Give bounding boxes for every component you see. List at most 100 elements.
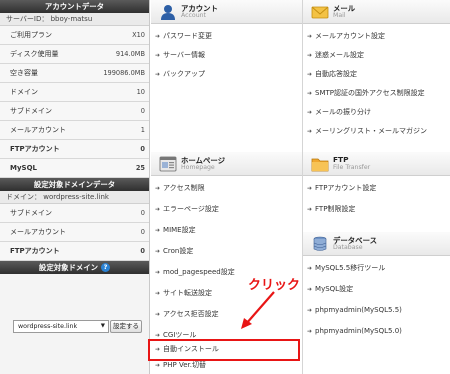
domain-stat-ftp: FTPアカウント 0 <box>0 242 149 261</box>
link-autoreply[interactable]: ➜ 自動応答設定 <box>307 65 357 84</box>
domain-stat-subdomain: サブドメイン 0 <box>0 204 149 223</box>
stat-row-free: 空き容量 199086.0MB <box>0 64 149 83</box>
stat-value: 0 <box>140 247 145 255</box>
link-phpmyadmin-50[interactable]: ➜ phpmyadmin(MySQL5.0) <box>307 322 402 341</box>
link-password[interactable]: ➜ パスワード変更 <box>155 27 212 46</box>
stat-label: FTPアカウント <box>10 247 60 255</box>
ftp-title: FTP <box>333 155 349 164</box>
link-label: メールアカウント設定 <box>315 32 386 40</box>
link-ftp-account[interactable]: ➜ FTPアカウント設定 <box>307 179 376 198</box>
stat-row-mail: メールアカウント 1 <box>0 121 149 140</box>
link-mail-filter[interactable]: ➜ メールの振り分け <box>307 103 371 122</box>
arrow-icon: ➜ <box>155 185 161 192</box>
stat-value: X10 <box>132 31 145 39</box>
mail-header: メール Mail <box>303 0 450 24</box>
link-label: エラーページ設定 <box>163 205 219 213</box>
database-header: データベース Database <box>303 232 450 256</box>
arrow-icon: ➜ <box>155 52 161 59</box>
sidebar: アカウントデータ サーバーID： bboy-matsu ご利用プラン X10 ディ… <box>0 0 150 374</box>
auto-install-highlight <box>148 339 300 361</box>
stat-value: 0 <box>140 209 145 217</box>
stat-value: 0 <box>140 228 145 236</box>
arrow-icon: ➜ <box>307 328 313 335</box>
arrow-icon: ➜ <box>307 33 313 40</box>
link-error-page[interactable]: ➜ エラーページ設定 <box>155 200 219 219</box>
stat-value: 10 <box>136 88 145 96</box>
stat-label: 空き容量 <box>10 69 38 77</box>
stat-row-mysql: MySQL 25 <box>0 159 149 178</box>
link-ftp-limit[interactable]: ➜ FTP制限設定 <box>307 200 355 219</box>
domain-stat-mail: メールアカウント 0 <box>0 223 149 242</box>
stat-label: メールアカウント <box>10 228 66 236</box>
stat-label: ご利用プラン <box>10 31 52 39</box>
link-phpmyadmin-55[interactable]: ➜ phpmyadmin(MySQL5.5) <box>307 301 402 320</box>
set-domain-button[interactable]: 設定する <box>110 320 142 333</box>
mail-section: メール Mail ➜ メールアカウント設定 ➜ 迷惑メール設定 ➜ 自動応答設定 ➜ S… <box>303 0 450 150</box>
link-mail-account[interactable]: ➜ メールアカウント設定 <box>307 27 385 46</box>
link-mysql-settings[interactable]: ➜ MySQL設定 <box>307 280 353 299</box>
link-label: SMTP認証の国外アクセス制限設定 <box>315 89 425 97</box>
arrow-icon: ➜ <box>155 290 161 297</box>
link-mailing-list[interactable]: ➜ メーリングリスト・メールマガジン <box>307 122 427 141</box>
stat-label: FTPアカウント <box>10 145 60 153</box>
account-data-title: アカウントデータ <box>0 0 149 13</box>
link-cron[interactable]: ➜ Cron設定 <box>155 242 193 261</box>
stat-label: サブドメイン <box>10 209 52 217</box>
stat-label: MySQL <box>10 164 37 172</box>
database-section: データベース Database ➜ MySQL5.5移行ツール ➜ MySQL設定 … <box>303 232 450 374</box>
stat-row-ftp: FTPアカウント 0 <box>0 140 149 159</box>
link-label: MySQL5.5移行ツール <box>315 264 386 272</box>
link-mime[interactable]: ➜ MIME設定 <box>155 221 196 240</box>
link-label: メールの振り分け <box>315 108 372 116</box>
link-pagespeed[interactable]: ➜ mod_pagespeed設定 <box>155 263 235 282</box>
arrow-icon: ➜ <box>307 185 313 192</box>
link-label: Cron設定 <box>163 247 194 255</box>
stat-value: 25 <box>135 164 145 172</box>
arrow-icon: ➜ <box>307 128 313 135</box>
link-access-deny[interactable]: ➜ アクセス拒否設定 <box>155 305 219 324</box>
user-icon <box>161 5 175 20</box>
arrow-icon: ➜ <box>307 265 313 272</box>
link-label: FTP制限設定 <box>315 205 356 213</box>
stat-value: 0 <box>140 107 145 115</box>
arrow-icon: ➜ <box>307 71 313 78</box>
stat-row-plan: ご利用プラン X10 <box>0 26 149 45</box>
link-mysql-migrate[interactable]: ➜ MySQL5.5移行ツール <box>307 259 385 278</box>
arrow-icon: ➜ <box>307 52 313 59</box>
link-label: MySQL設定 <box>315 285 354 293</box>
link-spam[interactable]: ➜ 迷惑メール設定 <box>307 46 364 65</box>
arrow-icon: ➜ <box>155 227 161 234</box>
link-backup[interactable]: ➜ バックアップ <box>155 65 205 84</box>
stat-label: メールアカウント <box>10 126 66 134</box>
ftp-header: FTP File Transfer <box>303 152 450 176</box>
database-icon <box>313 236 327 251</box>
link-site-forward[interactable]: ➜ サイト転送設定 <box>155 284 212 303</box>
homepage-subtitle: Homepage <box>181 164 215 171</box>
arrow-icon: ➜ <box>155 206 161 213</box>
stat-label: ドメイン <box>10 88 38 96</box>
link-label: mod_pagespeed設定 <box>163 268 235 276</box>
link-smtp[interactable]: ➜ SMTP認証の国外アクセス制限設定 <box>307 84 425 103</box>
stat-value: 0 <box>140 145 145 153</box>
arrow-icon: ➜ <box>155 311 161 318</box>
ftp-section: FTP File Transfer ➜ FTPアカウント設定 ➜ FTP制限設定 <box>303 152 450 228</box>
link-label: アクセス拒否設定 <box>163 310 219 318</box>
target-domain: ドメイン： wordpress-site.link <box>0 191 149 204</box>
arrow-icon: ➜ <box>307 206 313 213</box>
link-server-info[interactable]: ➜ サーバー情報 <box>155 46 205 65</box>
link-label: 迷惑メール設定 <box>315 51 365 59</box>
help-icon[interactable]: ? <box>101 263 111 272</box>
arrow-icon: ➜ <box>307 307 313 314</box>
stat-value: 199086.0MB <box>103 69 145 77</box>
link-label: メーリングリスト・メールマガジン <box>315 127 428 135</box>
domain-select[interactable]: wordpress-site.link ▼ <box>13 320 109 333</box>
stat-label: サブドメイン <box>10 107 52 115</box>
link-label: 自動応答設定 <box>315 70 358 78</box>
account-header: アカウント Account <box>151 0 302 24</box>
arrow-icon: ➜ <box>155 33 161 40</box>
link-label: phpmyadmin(MySQL5.5) <box>315 306 402 314</box>
arrow-icon: ➜ <box>155 362 161 369</box>
link-access-limit[interactable]: ➜ アクセス制限 <box>155 179 205 198</box>
stat-row-domain: ドメイン 10 <box>0 83 149 102</box>
arrow-icon: ➜ <box>155 71 161 78</box>
